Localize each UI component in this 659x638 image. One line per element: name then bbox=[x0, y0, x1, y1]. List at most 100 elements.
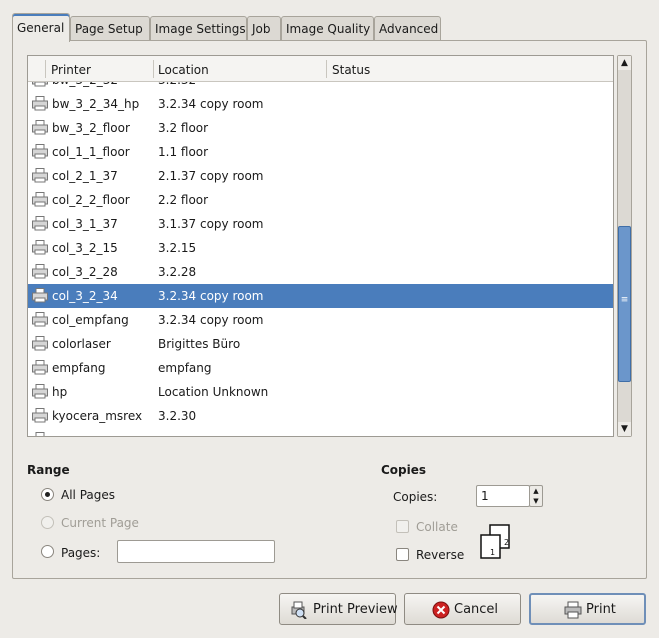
printer-row[interactable]: empfang empfang bbox=[28, 356, 613, 380]
printer-name: col_3_1_37 bbox=[52, 217, 118, 231]
printer-location: 2.1.37 copy room bbox=[158, 169, 264, 183]
current-page-label[interactable]: Current Page bbox=[61, 516, 139, 530]
printer-location: 3.2.30 bbox=[158, 409, 197, 423]
printer-location: 3.2.15 bbox=[158, 241, 197, 255]
printer-row[interactable]: kyocera_msrex 3.2.30 bbox=[28, 404, 613, 428]
printer-row[interactable]: col_3_2_28 3.2.28 bbox=[28, 260, 613, 284]
printer-row[interactable]: col_3_2_15 3.2.15 bbox=[28, 236, 613, 260]
column-separator bbox=[153, 60, 154, 78]
reverse-label[interactable]: Reverse bbox=[416, 548, 464, 562]
column-header-status[interactable]: Status bbox=[332, 63, 370, 77]
decrement-icon[interactable]: ▼ bbox=[530, 496, 542, 506]
printer-row[interactable]: hp Location Unknown bbox=[28, 380, 613, 404]
printer-row[interactable]: col_3_1_37 3.1.37 copy room bbox=[28, 212, 613, 236]
printer-icon bbox=[32, 82, 48, 87]
printer-name: col_3_2_34 bbox=[52, 289, 118, 303]
tab-general[interactable]: General bbox=[12, 13, 70, 42]
scrollbar-thumb[interactable]: ≡ bbox=[618, 226, 631, 382]
printer-location: Brigittes Büro bbox=[158, 337, 241, 351]
printer-row[interactable]: bw_3_2_32 3.2.32 bbox=[28, 82, 613, 92]
scroll-down-icon[interactable]: ▼ bbox=[618, 422, 631, 436]
tab-general-label: General bbox=[17, 21, 65, 35]
collate-label[interactable]: Collate bbox=[416, 520, 458, 534]
print-preview-button[interactable]: Print Preview bbox=[279, 593, 398, 625]
printer-icon bbox=[35, 432, 45, 436]
printer-row[interactable]: col_1_1_floor 1.1 floor bbox=[28, 140, 613, 164]
tab-advanced-label: Advanced bbox=[379, 22, 439, 36]
printer-icon bbox=[564, 601, 582, 619]
printer-location: 3.2 floor bbox=[158, 121, 209, 135]
tab-advanced[interactable]: Advanced bbox=[374, 16, 441, 41]
printer-row[interactable] bbox=[28, 428, 613, 436]
copies-stepper[interactable]: ▲ ▼ bbox=[529, 485, 543, 507]
printer-location: 3.2.34 copy room bbox=[158, 313, 264, 327]
copies-title: Copies bbox=[381, 463, 427, 477]
printer-row[interactable]: colorlaser Brigittes Büro bbox=[28, 332, 613, 356]
printer-rows: bw_3_2_32 3.2.32 bw_3_2_34_hp 3.2.34 copy r… bbox=[28, 82, 613, 436]
reverse-checkbox[interactable] bbox=[396, 548, 409, 561]
cancel-label: Cancel bbox=[454, 602, 499, 617]
printer-location: 1.1 floor bbox=[158, 145, 209, 159]
printer-icon bbox=[32, 240, 48, 255]
collate-back-page-number: 2 bbox=[504, 538, 509, 547]
printer-row[interactable]: col_2_1_37 2.1.37 copy room bbox=[28, 164, 613, 188]
printer-name: kyocera_msrex bbox=[52, 409, 143, 423]
all-pages-radio[interactable] bbox=[41, 488, 54, 501]
printer-list-header: Printer Location Status bbox=[28, 56, 613, 82]
printer-location: 3.2.34 copy room bbox=[158, 289, 264, 303]
copies-value: 1 bbox=[481, 489, 489, 503]
printer-row[interactable]: col_3_2_34 3.2.34 copy room bbox=[28, 284, 613, 308]
pages-label[interactable]: Pages: bbox=[61, 546, 100, 560]
collate-front-page-number: 1 bbox=[490, 548, 495, 557]
tab-page-setup[interactable]: Page Setup bbox=[70, 16, 150, 41]
printer-name: col_2_2_floor bbox=[52, 193, 130, 207]
increment-icon[interactable]: ▲ bbox=[530, 486, 542, 496]
tab-image-settings-label: Image Settings bbox=[155, 22, 246, 36]
pages-input[interactable] bbox=[117, 540, 275, 563]
current-page-radio[interactable] bbox=[41, 516, 54, 529]
print-button[interactable]: Print bbox=[529, 593, 646, 625]
printer-row[interactable]: bw_3_2_floor 3.2 floor bbox=[28, 116, 613, 140]
printer-name: col_3_2_28 bbox=[52, 265, 118, 279]
printer-location: 3.2.34 copy room bbox=[158, 97, 264, 111]
tab-job-label: Job bbox=[252, 22, 271, 36]
tab-job[interactable]: Job bbox=[247, 16, 281, 41]
tab-image-quality-label: Image Quality bbox=[286, 22, 371, 36]
printer-row[interactable]: col_2_2_floor 2.2 floor bbox=[28, 188, 613, 212]
cancel-button[interactable]: Cancel bbox=[404, 593, 521, 625]
printer-name: col_empfang bbox=[52, 313, 129, 327]
print-preview-label: Print Preview bbox=[313, 602, 398, 617]
print-preview-icon bbox=[291, 601, 307, 619]
printer-location: 2.2 floor bbox=[158, 193, 209, 207]
copies-spinbutton[interactable]: 1 bbox=[476, 485, 530, 507]
pages-radio[interactable] bbox=[41, 545, 54, 558]
tab-page-setup-label: Page Setup bbox=[75, 22, 143, 36]
printer-location: 3.2.28 bbox=[158, 265, 197, 279]
printer-name: col_2_1_37 bbox=[52, 169, 118, 183]
tab-image-settings[interactable]: Image Settings bbox=[150, 16, 247, 41]
grip-icon: ≡ bbox=[620, 295, 629, 305]
all-pages-label[interactable]: All Pages bbox=[61, 488, 115, 502]
printer-row[interactable]: bw_3_2_34_hp 3.2.34 copy room bbox=[28, 92, 613, 116]
printer-list-scrollbar[interactable]: ▲ ≡ ▼ bbox=[617, 55, 632, 437]
printer-row[interactable]: col_empfang 3.2.34 copy room bbox=[28, 308, 613, 332]
printer-icon bbox=[32, 192, 48, 207]
cancel-icon bbox=[432, 601, 450, 619]
column-header-location[interactable]: Location bbox=[158, 63, 209, 77]
scroll-up-icon[interactable]: ▲ bbox=[618, 56, 631, 70]
printer-icon bbox=[32, 288, 48, 303]
column-separator bbox=[326, 60, 327, 78]
printer-icon bbox=[32, 360, 48, 375]
printer-name: col_1_1_floor bbox=[52, 145, 130, 159]
printer-icon bbox=[32, 384, 48, 399]
printer-icon bbox=[32, 336, 48, 351]
printer-icon bbox=[32, 408, 48, 423]
copies-label: Copies: bbox=[393, 490, 438, 504]
printer-name: hp bbox=[52, 385, 68, 399]
print-label: Print bbox=[586, 602, 616, 617]
printer-list[interactable]: Printer Location Status bw_3_2_323.2.32b… bbox=[27, 55, 614, 437]
tab-image-quality[interactable]: Image Quality bbox=[281, 16, 374, 41]
printer-name: empfang bbox=[52, 361, 106, 375]
column-header-printer[interactable]: Printer bbox=[51, 63, 91, 77]
collate-checkbox[interactable] bbox=[396, 520, 409, 533]
